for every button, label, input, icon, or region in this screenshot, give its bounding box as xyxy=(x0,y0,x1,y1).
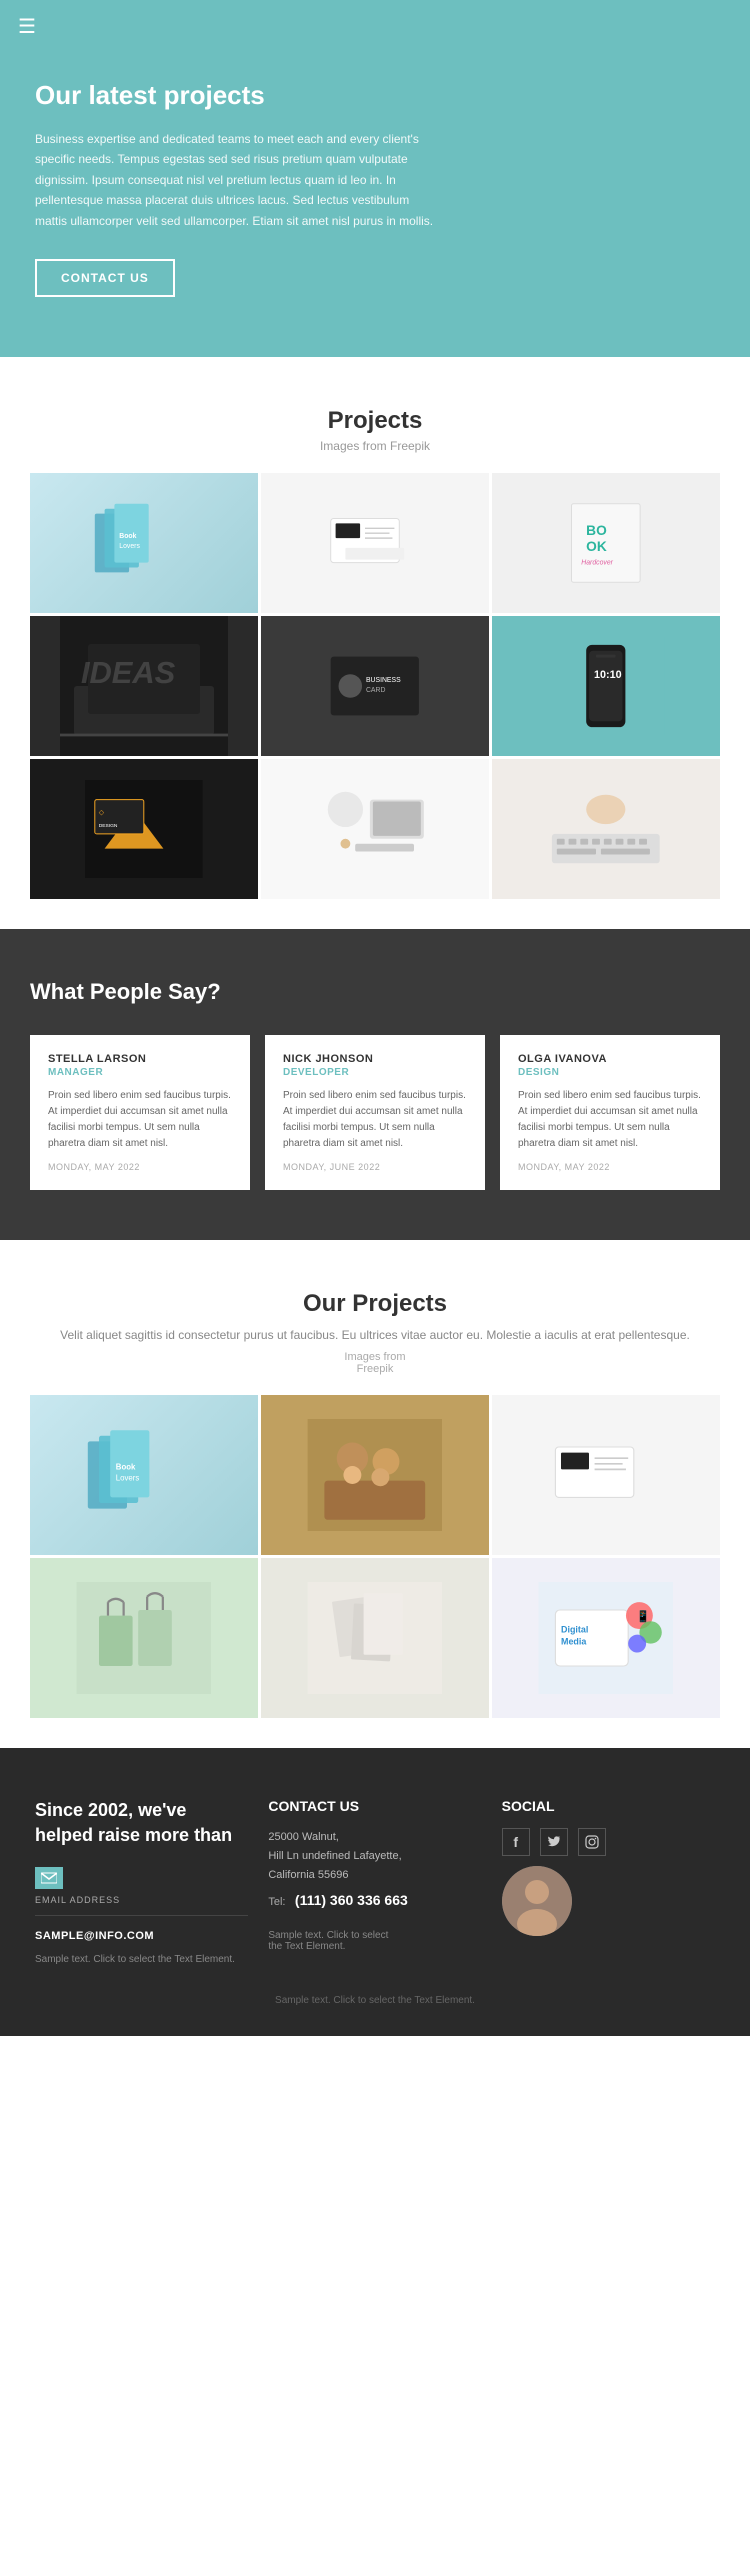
projects-section: Projects Images from Freepik Book Lovers xyxy=(0,357,750,929)
our-grid-cell-team[interactable] xyxy=(261,1395,489,1555)
svg-text:DESIGN: DESIGN xyxy=(99,823,118,829)
footer-phone: Tel: (111) 360 336 663 xyxy=(268,1892,481,1910)
testimonial-text-0: Proin sed libero enim sed faucibus turpi… xyxy=(48,1088,232,1152)
instagram-icon[interactable] xyxy=(578,1828,606,1856)
our-projects-grid: Book Lovers xyxy=(30,1395,720,1718)
svg-text:◇: ◇ xyxy=(99,809,105,816)
testimonial-text-2: Proin sed libero enim sed faucibus turpi… xyxy=(518,1088,702,1152)
hamburger-menu[interactable]: ☰ xyxy=(18,14,36,39)
email-address: SAMPLE@INFO.COM xyxy=(35,1930,154,1942)
grid-cell-phone[interactable]: 10:10 xyxy=(492,616,720,756)
footer-avatar xyxy=(502,1866,572,1936)
testimonials-grid: STELLA LARSON MANAGER Proin sed libero e… xyxy=(30,1035,720,1190)
svg-text:OK: OK xyxy=(586,539,607,554)
testimonial-name-0: STELLA LARSON xyxy=(48,1053,232,1065)
svg-text:BO: BO xyxy=(586,523,607,538)
our-projects-img-credit: Images fromFreepik xyxy=(20,1351,730,1375)
testimonial-role-0: MANAGER xyxy=(48,1067,232,1078)
svg-text:BUSINESS: BUSINESS xyxy=(366,677,401,684)
projects-subtitle: Images from Freepik xyxy=(20,439,730,453)
contact-us-button[interactable]: CONTACT US xyxy=(35,259,175,297)
email-label: EMAIL ADDRESS xyxy=(35,1895,248,1905)
twitter-icon[interactable] xyxy=(540,1828,568,1856)
projects-title: Projects xyxy=(20,407,730,435)
our-projects-title: Our Projects xyxy=(20,1290,730,1318)
svg-text:Lovers: Lovers xyxy=(120,543,141,550)
testimonial-date-0: MONDAY, MAY 2022 xyxy=(48,1162,232,1172)
our-grid-cell-bags[interactable] xyxy=(30,1558,258,1718)
svg-text:Lovers: Lovers xyxy=(116,1474,140,1483)
our-projects-description: Velit aliquet sagittis id consectetur pu… xyxy=(20,1326,730,1345)
footer: Since 2002, we've helped raise more than… xyxy=(0,1748,750,2035)
our-grid-cell-digital[interactable]: Digital Media 📱 xyxy=(492,1558,720,1718)
svg-text:Book: Book xyxy=(116,1463,136,1472)
footer-col-contact: CONTACT US 25000 Walnut,Hill Ln undefine… xyxy=(268,1798,481,1964)
svg-text:CARD: CARD xyxy=(366,687,385,694)
social-title: SOCIAL xyxy=(502,1798,715,1814)
hero-description: Business expertise and dedicated teams t… xyxy=(35,129,435,231)
testimonial-date-2: MONDAY, MAY 2022 xyxy=(518,1162,702,1172)
svg-text:Digital: Digital xyxy=(561,1625,588,1635)
footer-sample-text-1: Sample text. Click to select the Text El… xyxy=(35,1954,248,1965)
svg-text:Media: Media xyxy=(561,1637,587,1647)
footer-grid: Since 2002, we've helped raise more than… xyxy=(35,1798,715,1964)
testimonials-title: What People Say? xyxy=(30,979,720,1005)
footer-col-left: Since 2002, we've helped raise more than… xyxy=(35,1798,248,1964)
grid-cell-desk-lamp[interactable] xyxy=(261,759,489,899)
our-grid-cell-books[interactable]: Book Lovers xyxy=(30,1395,258,1555)
svg-text:IDEAS: IDEAS xyxy=(81,655,176,690)
testimonial-name-2: OLGA IVANOVA xyxy=(518,1053,702,1065)
footer-tagline: Since 2002, we've helped raise more than xyxy=(35,1798,248,1848)
testimonial-card-1: NICK JHONSON DEVELOPER Proin sed libero … xyxy=(265,1035,485,1190)
grid-cell-ideas-laptop[interactable]: IDEAS xyxy=(30,616,258,756)
grid-cell-card-dark[interactable]: BUSINESS CARD xyxy=(261,616,489,756)
our-projects-section: Our Projects Velit aliquet sagittis id c… xyxy=(0,1240,750,1748)
footer-bottom-text: Sample text. Click to select the Text El… xyxy=(35,1995,715,2006)
footer-address: 25000 Walnut,Hill Ln undefined Lafayette… xyxy=(268,1828,481,1884)
social-icons: f xyxy=(502,1828,715,1856)
testimonial-card-2: OLGA IVANOVA DESIGN Proin sed libero eni… xyxy=(500,1035,720,1190)
hero-section: ☰ Our latest projects Business expertise… xyxy=(0,0,750,357)
our-grid-cell-business-card[interactable] xyxy=(492,1395,720,1555)
tel-label: Tel: xyxy=(268,1896,285,1908)
email-icon xyxy=(35,1867,63,1889)
testimonial-text-1: Proin sed libero enim sed faucibus turpi… xyxy=(283,1088,467,1152)
grid-cell-design-card[interactable]: ◇ DESIGN xyxy=(30,759,258,899)
svg-text:10:10: 10:10 xyxy=(594,669,622,681)
our-grid-cell-paper[interactable] xyxy=(261,1558,489,1718)
grid-cell-books-teal[interactable]: Book Lovers xyxy=(30,473,258,613)
testimonial-name-1: NICK JHONSON xyxy=(283,1053,467,1065)
testimonial-role-1: DEVELOPER xyxy=(283,1067,467,1078)
testimonials-section: What People Say? STELLA LARSON MANAGER P… xyxy=(0,929,750,1240)
projects-grid: Book Lovers BO xyxy=(30,473,720,899)
testimonial-date-1: MONDAY, JUNE 2022 xyxy=(283,1162,467,1172)
grid-cell-keyboard[interactable] xyxy=(492,759,720,899)
grid-cell-business-card[interactable] xyxy=(261,473,489,613)
svg-text:Book: Book xyxy=(120,533,137,540)
svg-text:📱: 📱 xyxy=(636,1609,650,1623)
testimonial-card-0: STELLA LARSON MANAGER Proin sed libero e… xyxy=(30,1035,250,1190)
svg-text:Hardcover: Hardcover xyxy=(582,560,614,567)
grid-cell-book-cover[interactable]: BO OK Hardcover xyxy=(492,473,720,613)
hero-title: Our latest projects xyxy=(35,80,715,111)
facebook-icon[interactable]: f xyxy=(502,1828,530,1856)
contact-title: CONTACT US xyxy=(268,1798,481,1814)
footer-col-social: SOCIAL f xyxy=(502,1798,715,1964)
testimonial-role-2: DESIGN xyxy=(518,1067,702,1078)
phone-number: (111) 360 336 663 xyxy=(295,1892,408,1908)
footer-sample-text-2: Sample text. Click to selectthe Text Ele… xyxy=(268,1930,481,1952)
